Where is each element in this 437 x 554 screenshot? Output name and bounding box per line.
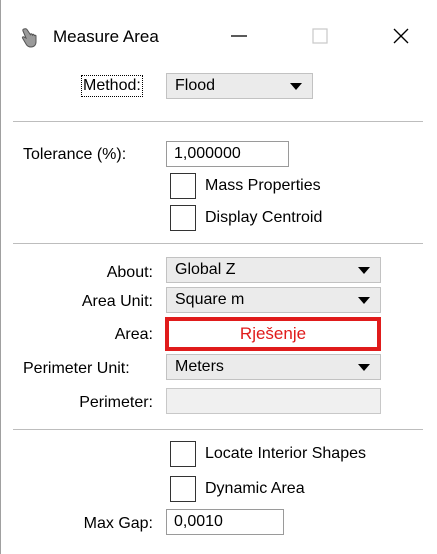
about-dropdown[interactable]: Global Z [166, 257, 381, 283]
area-label: Area: [114, 326, 153, 343]
locate-interior-shapes-checkbox[interactable] [170, 441, 196, 467]
mass-properties-checkbox[interactable] [170, 173, 196, 199]
tolerance-label: Tolerance (%): [23, 146, 127, 163]
measure-area-window: Measure Area Method: Flood Tolerance (%)… [0, 0, 437, 554]
perimeter-label: Perimeter: [79, 394, 153, 411]
window-title: Measure Area [53, 27, 159, 46]
mass-properties-label: Mass Properties [205, 177, 321, 194]
perimeter-unit-value: Meters [175, 358, 224, 375]
perimeter-unit-label: Perimeter Unit: [23, 360, 130, 377]
chevron-down-icon [358, 297, 370, 304]
area-unit-label: Area Unit: [81, 293, 153, 310]
tolerance-input[interactable]: 1,000000 [166, 141, 289, 167]
area-result-field: Rješenje [165, 317, 381, 351]
separator [13, 429, 423, 430]
area-unit-dropdown[interactable]: Square m [166, 287, 381, 313]
max-gap-input[interactable]: 0,0010 [166, 509, 284, 535]
tolerance-value: 1,000000 [174, 145, 241, 162]
hand-cursor-icon [17, 26, 41, 50]
close-icon [391, 26, 411, 51]
max-gap-label: Max Gap: [83, 515, 153, 532]
dynamic-area-label: Dynamic Area [205, 480, 305, 497]
maximize-button [297, 18, 343, 58]
maximize-icon [310, 26, 330, 51]
method-dropdown[interactable]: Flood [166, 73, 313, 99]
minimize-icon [229, 26, 249, 51]
locate-interior-shapes-label: Locate Interior Shapes [205, 445, 366, 462]
perimeter-field [166, 388, 381, 414]
chevron-down-icon [358, 364, 370, 371]
method-label: Method: [81, 75, 143, 97]
title-bar[interactable]: Measure Area [1, 0, 437, 76]
minimize-button[interactable] [216, 18, 262, 58]
area-unit-value: Square m [175, 291, 245, 308]
display-centroid-label: Display Centroid [205, 209, 323, 226]
about-value: Global Z [175, 261, 236, 278]
chevron-down-icon [290, 83, 302, 90]
display-centroid-checkbox[interactable] [170, 205, 196, 231]
method-value: Flood [175, 77, 216, 94]
area-result-value: Rješenje [239, 324, 307, 343]
perimeter-unit-dropdown[interactable]: Meters [166, 354, 381, 380]
chevron-down-icon [358, 267, 370, 274]
max-gap-value: 0,0010 [174, 513, 223, 530]
separator [13, 243, 423, 244]
dynamic-area-checkbox[interactable] [170, 476, 196, 502]
about-label: About: [106, 264, 153, 281]
separator [13, 121, 423, 122]
close-button[interactable] [378, 18, 424, 58]
